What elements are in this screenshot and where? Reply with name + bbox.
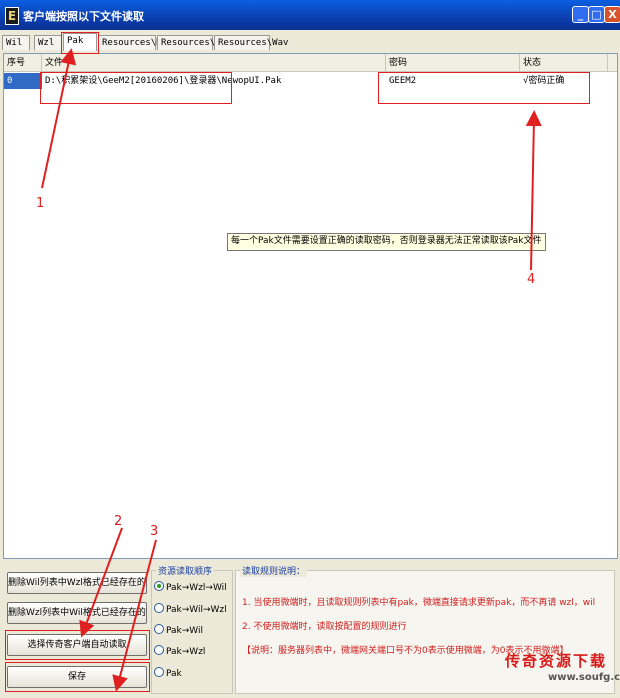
annotation-box-save bbox=[5, 662, 150, 692]
column-password[interactable]: 密码 bbox=[386, 54, 520, 72]
row-index: 0 bbox=[4, 73, 42, 89]
annotation-box-password-status bbox=[378, 72, 590, 104]
radio-pak-wil-wzl[interactable]: Pak→Wil→Wzl bbox=[154, 603, 227, 615]
tab-resources-map[interactable]: Resources\Map bbox=[157, 35, 231, 50]
watermark-url: www.soufg.com bbox=[548, 672, 620, 683]
radio-icon bbox=[154, 624, 164, 634]
tab-resources-data[interactable]: Resources\Data bbox=[98, 35, 178, 50]
resource-order-title: 资源读取顺序 bbox=[156, 564, 215, 577]
radio-icon bbox=[154, 667, 164, 677]
tab-wil[interactable]: Wil bbox=[2, 35, 30, 50]
watermark-text: 传奇资源下载 bbox=[505, 652, 608, 670]
close-button[interactable]: X bbox=[604, 6, 620, 23]
window-title: 客户端按照以下文件读取 bbox=[23, 10, 144, 23]
radio-pak-wzl-wil[interactable]: Pak→Wzl→Wil bbox=[154, 581, 227, 593]
radio-pak[interactable]: Pak bbox=[154, 667, 182, 679]
rule-line-1: 1. 当使用微端时，且读取规则列表中有pak，微端直接请求更新pak，而不再请 … bbox=[242, 598, 596, 608]
radio-icon bbox=[154, 603, 164, 613]
column-status[interactable]: 状态 bbox=[520, 54, 608, 72]
app-icon: E bbox=[5, 7, 19, 25]
delete-wil-duplicates-button[interactable]: 删除Wil列表中Wzl格式已经存在的文件 bbox=[7, 572, 147, 594]
annotation-box-file bbox=[40, 72, 232, 104]
rule-line-2: 2. 不使用微端时，读取按配置的规则进行 bbox=[242, 622, 407, 632]
annotation-number-1: 1 bbox=[36, 196, 45, 211]
password-tooltip: 每一个Pak文件需要设置正确的读取密码，否则登录器无法正常读取该Pak文件 bbox=[227, 233, 546, 251]
annotation-box-pak-tab bbox=[61, 32, 99, 54]
title-bar[interactable]: E 客户端按照以下文件读取 _ □ X bbox=[0, 0, 620, 30]
annotation-number-2: 2 bbox=[114, 514, 123, 529]
column-filler bbox=[608, 54, 617, 72]
annotation-number-3: 3 bbox=[150, 524, 159, 539]
main-window: E 客户端按照以下文件读取 _ □ X Wil Wzl Pak Resource… bbox=[0, 0, 620, 698]
column-index[interactable]: 序号 bbox=[4, 54, 42, 72]
radio-pak-wil[interactable]: Pak→Wil bbox=[154, 624, 203, 636]
pak-file-list[interactable]: 序号 文件 密码 状态 0 D:\积累架设\GeeM2[20160206]\登录… bbox=[3, 53, 618, 559]
delete-wzl-duplicates-button[interactable]: 删除Wzl列表中Wil格式已经存在的文件 bbox=[7, 602, 147, 624]
radio-selected-icon bbox=[154, 581, 164, 591]
minimize-button[interactable]: _ bbox=[572, 6, 589, 23]
radio-pak-wzl[interactable]: Pak→Wzl bbox=[154, 645, 205, 657]
maximize-button[interactable]: □ bbox=[588, 6, 605, 23]
annotation-box-auto-read bbox=[5, 630, 150, 660]
column-file[interactable]: 文件 bbox=[42, 54, 386, 72]
rules-title: 读取规则说明： bbox=[240, 564, 308, 577]
annotation-number-4: 4 bbox=[527, 272, 536, 287]
resource-order-group: 资源读取顺序 Pak→Wzl→Wil Pak→Wil→Wzl Pak→Wil P… bbox=[151, 564, 233, 694]
tab-resources-wav[interactable]: Resources\Wav bbox=[214, 35, 288, 50]
radio-icon bbox=[154, 645, 164, 655]
tab-wzl[interactable]: Wzl bbox=[34, 35, 62, 50]
